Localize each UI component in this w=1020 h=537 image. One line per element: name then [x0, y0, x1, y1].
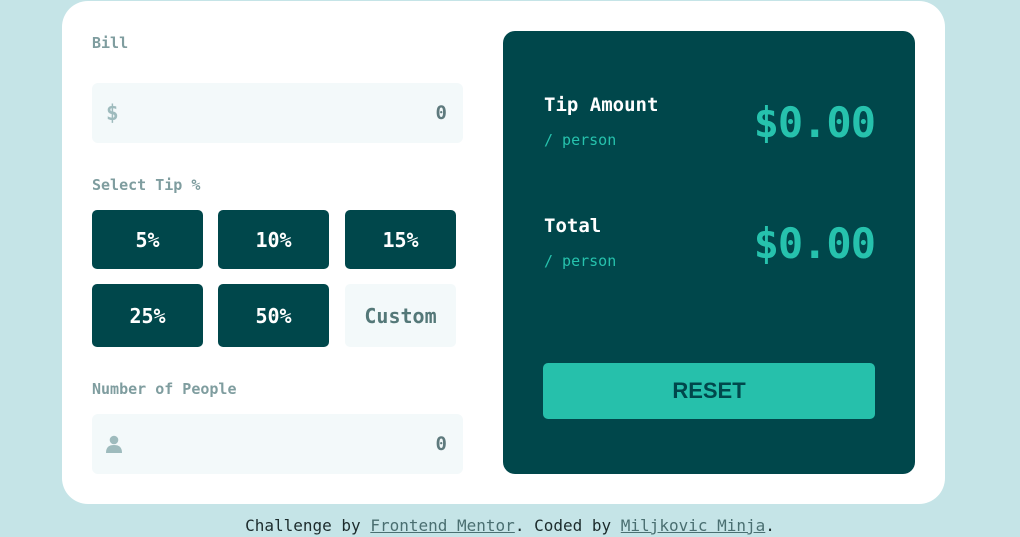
people-label: Number of People [92, 380, 237, 398]
tip-amount-subtitle: / person [544, 131, 617, 149]
results-panel: Tip Amount / person $0.00 Total / person… [503, 31, 915, 474]
people-input[interactable] [92, 414, 463, 474]
footer-prefix: Challenge by [245, 516, 371, 535]
select-tip-label: Select Tip % [92, 176, 201, 194]
tip-button-25[interactable]: 25% [92, 284, 203, 347]
footer-middle: . Coded by [514, 516, 621, 535]
bill-field[interactable]: $ [92, 83, 463, 143]
footer-attribution: Challenge by Frontend Mentor. Coded by M… [0, 516, 1020, 535]
calculator-card: Bill $ Select Tip % 5% 10% 15% 25% 50% C… [62, 1, 945, 504]
reset-button[interactable]: RESET [543, 363, 875, 419]
author-link[interactable]: Miljkovic Minja [621, 516, 766, 535]
tip-button-50[interactable]: 50% [218, 284, 329, 347]
tip-custom-input[interactable]: Custom [345, 284, 456, 347]
total-subtitle: / person [544, 252, 617, 270]
total-title: Total [544, 215, 602, 237]
tip-amount-value: $0.00 [753, 98, 876, 147]
tip-amount-title: Tip Amount [544, 94, 659, 116]
bill-input[interactable] [92, 83, 463, 143]
frontend-mentor-link[interactable]: Frontend Mentor [370, 516, 515, 535]
bill-label: Bill [92, 34, 129, 52]
footer-suffix: . [765, 516, 775, 535]
total-value: $0.00 [753, 219, 876, 268]
tip-button-15[interactable]: 15% [345, 210, 456, 269]
tip-button-10[interactable]: 10% [218, 210, 329, 269]
people-field[interactable] [92, 414, 463, 474]
tip-button-5[interactable]: 5% [92, 210, 203, 269]
